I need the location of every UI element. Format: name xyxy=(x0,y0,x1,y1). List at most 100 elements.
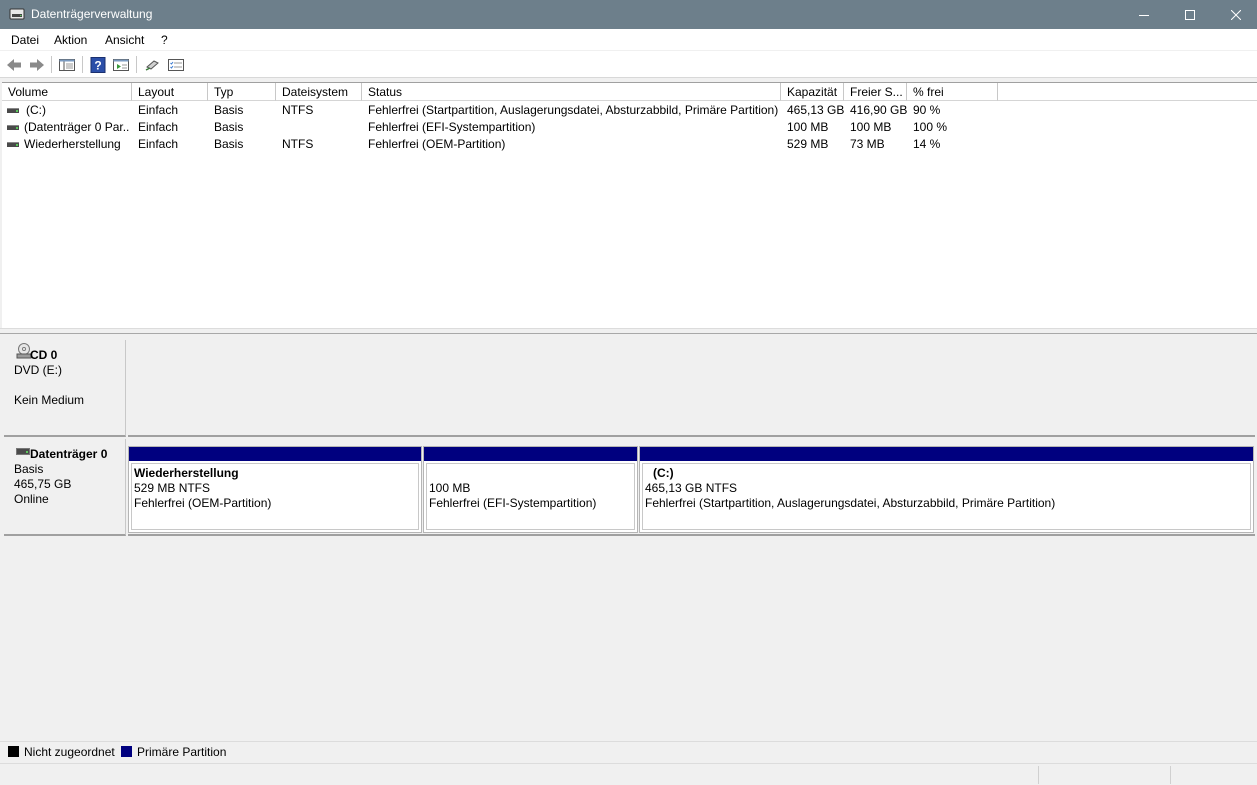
volume-layout: Einfach xyxy=(138,137,179,151)
disk-drive-letter: DVD (E:) xyxy=(14,363,62,377)
maximize-icon xyxy=(1185,9,1195,20)
volume-percent-free: 100 % xyxy=(913,120,948,134)
properties-button[interactable] xyxy=(111,55,131,74)
hard-disk-icon xyxy=(16,448,30,455)
disk-graph-view: CD 0 DVD (E:) Kein Medium Datenträger 0 … xyxy=(2,334,1257,740)
partition-status: Fehlerfrei (EFI-Systempartition) xyxy=(429,496,597,510)
menu-bar: Datei Aktion Ansicht ? xyxy=(0,29,1257,51)
partition-efi[interactable]: 100 MB Fehlerfrei (EFI-Systempartition) xyxy=(423,446,638,533)
disk-area-cd0[interactable] xyxy=(128,340,1255,437)
disk-name: Datenträger 0 xyxy=(30,447,108,461)
disk-type: Basis xyxy=(14,462,44,476)
status-bar-pane xyxy=(1038,766,1170,784)
connect-button[interactable] xyxy=(143,55,163,74)
volume-icon xyxy=(7,108,19,113)
volume-percent-free: 90 % xyxy=(913,103,941,117)
volume-type: Basis xyxy=(214,103,244,117)
primary-partition-band xyxy=(640,447,1253,461)
back-arrow-icon xyxy=(7,58,21,71)
volume-status: Fehlerfrei (Startpartition, Auslagerungs… xyxy=(368,103,779,117)
column-header-capacity[interactable]: Kapazität xyxy=(781,83,844,101)
volume-list[interactable]: Volume Layout Typ Dateisystem Status Kap… xyxy=(2,82,1257,328)
minimize-icon xyxy=(1139,14,1149,16)
column-header-volume[interactable]: Volume xyxy=(2,83,132,101)
partition-size: 100 MB xyxy=(429,481,471,495)
volume-capacity: 100 MB xyxy=(787,120,829,134)
primary-partition-band xyxy=(129,447,421,461)
close-icon xyxy=(1231,9,1241,20)
disk-list-button[interactable] xyxy=(166,55,186,74)
menu-datei[interactable]: Datei xyxy=(11,33,39,47)
legend-swatch-unallocated xyxy=(8,746,19,757)
partition-status: Fehlerfrei (Startpartition, Auslagerungs… xyxy=(645,496,1056,510)
volume-icon xyxy=(7,142,19,147)
help-icon: ? xyxy=(90,56,106,73)
partition-recovery[interactable]: Wiederherstellung 529 MB NTFS Fehlerfrei… xyxy=(128,446,422,533)
legend-label-unallocated: Nicht zugeordnet xyxy=(24,745,115,759)
properties-icon xyxy=(113,58,129,71)
show-hide-console-tree-button[interactable] xyxy=(57,55,77,74)
volume-capacity: 465,13 GB xyxy=(787,103,845,117)
console-tree-icon xyxy=(59,58,75,71)
partition-size: 529 MB NTFS xyxy=(134,481,211,495)
legend-label-primary: Primäre Partition xyxy=(137,745,227,759)
forward-button[interactable] xyxy=(27,55,47,74)
menu-ansicht[interactable]: Ansicht xyxy=(105,33,144,47)
volume-status: Fehlerfrei (OEM-Partition) xyxy=(368,137,506,151)
column-header-type[interactable]: Typ xyxy=(208,83,276,101)
volume-free-space: 416,90 GB xyxy=(850,103,908,117)
connect-icon xyxy=(145,59,159,71)
volume-free-space: 73 MB xyxy=(850,137,885,151)
primary-partition-band xyxy=(424,447,637,461)
column-header-filesystem[interactable]: Dateisystem xyxy=(276,83,362,101)
volume-filesystem: NTFS xyxy=(282,103,314,117)
disk-management-app-icon xyxy=(9,8,25,20)
disk-area-disk0: Wiederherstellung 529 MB NTFS Fehlerfrei… xyxy=(128,439,1255,536)
disk-list-icon xyxy=(168,58,184,71)
column-header-free-space[interactable]: Freier S... xyxy=(844,83,907,101)
status-bar xyxy=(0,763,1257,785)
legend-swatch-primary xyxy=(121,746,132,757)
menu-help[interactable]: ? xyxy=(161,33,168,47)
volume-free-space: 100 MB xyxy=(850,120,892,134)
menu-aktion[interactable]: Aktion xyxy=(54,33,87,47)
disk-name: CD 0 xyxy=(30,348,58,362)
column-header-layout[interactable]: Layout xyxy=(132,83,208,101)
volume-name: Wiederherstellung xyxy=(24,137,121,151)
partition-title: Wiederherstellung xyxy=(134,466,239,480)
volume-layout: Einfach xyxy=(138,120,179,134)
forward-arrow-icon xyxy=(30,58,44,71)
column-header-status[interactable]: Status xyxy=(362,83,781,101)
svg-text:?: ? xyxy=(94,58,101,72)
volume-name: (Datenträger 0 Par... xyxy=(24,120,130,134)
volume-percent-free: 14 % xyxy=(913,137,941,151)
title-bar: Datenträgerverwaltung xyxy=(0,0,1257,29)
volume-row-c[interactable]: (C:) Einfach Basis NTFS Fehlerfrei (Star… xyxy=(2,102,1257,119)
partition-c[interactable]: (C:) 465,13 GB NTFS Fehlerfrei (Startpar… xyxy=(639,446,1254,533)
maximize-button[interactable] xyxy=(1167,0,1213,29)
volume-capacity: 529 MB xyxy=(787,137,829,151)
disk-header-cd0[interactable]: CD 0 DVD (E:) Kein Medium xyxy=(4,340,126,437)
column-header-filler xyxy=(998,83,1257,101)
volume-layout: Einfach xyxy=(138,103,179,117)
disk-header-disk0[interactable]: Datenträger 0 Basis 465,75 GB Online xyxy=(4,439,126,536)
legend: Nicht zugeordnet Primäre Partition xyxy=(0,741,1257,762)
disk-size: 465,75 GB xyxy=(14,477,72,491)
volume-icon xyxy=(7,125,19,130)
volume-row-recovery[interactable]: Wiederherstellung Einfach Basis NTFS Feh… xyxy=(2,136,1257,153)
close-button[interactable] xyxy=(1213,0,1257,29)
volume-name: (C:) xyxy=(26,103,46,117)
help-button[interactable]: ? xyxy=(88,55,108,74)
partition-title: (C:) xyxy=(653,466,674,480)
partition-size: 465,13 GB NTFS xyxy=(645,481,738,495)
disk-state: Online xyxy=(14,492,49,506)
minimize-button[interactable] xyxy=(1121,0,1167,29)
status-bar-pane xyxy=(1170,766,1257,784)
window-title: Datenträgerverwaltung xyxy=(31,7,153,21)
toolbar: ? xyxy=(0,51,1257,78)
partition-status: Fehlerfrei (OEM-Partition) xyxy=(134,496,272,510)
column-header-percent-free[interactable]: % frei xyxy=(907,83,998,101)
back-button[interactable] xyxy=(4,55,24,74)
volume-row-efi[interactable]: (Datenträger 0 Par... Einfach Basis Fehl… xyxy=(2,119,1257,136)
volume-type: Basis xyxy=(214,137,244,151)
